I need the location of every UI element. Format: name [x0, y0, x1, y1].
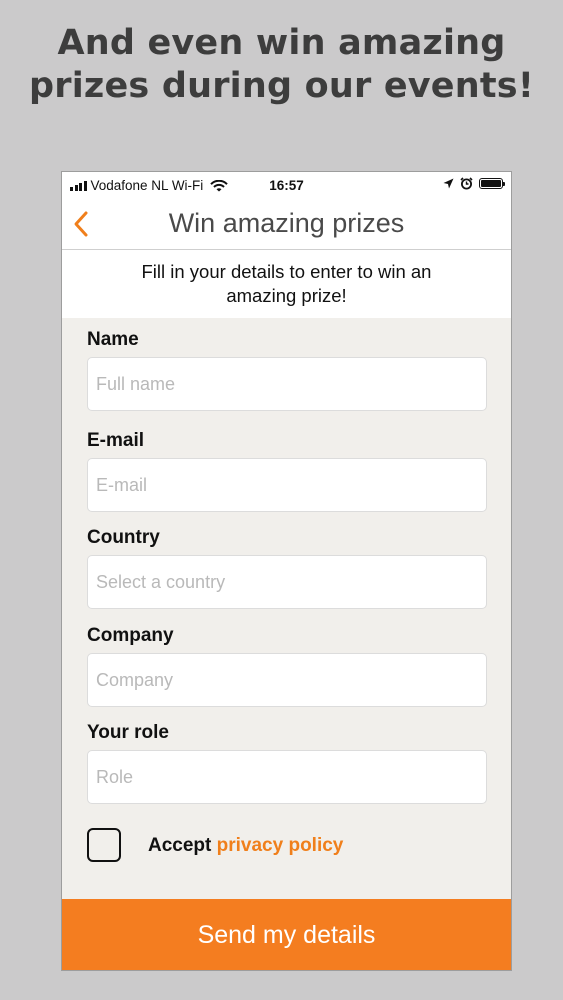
status-bar-right — [443, 177, 505, 190]
intro-line-2: amazing prize! — [226, 285, 347, 306]
intro-line-1: Fill in your details to enter to win an — [141, 261, 432, 282]
send-details-button[interactable]: Send my details — [62, 899, 511, 970]
intro-text: Fill in your details to enter to win an … — [62, 250, 511, 318]
accept-checkbox[interactable] — [87, 828, 121, 862]
location-icon — [443, 178, 454, 189]
status-bar: Vodafone NL Wi-Fi 16:57 — [62, 172, 511, 200]
promo-headline: And even win amazing prizes during our e… — [0, 22, 563, 108]
role-input[interactable] — [87, 750, 487, 804]
phone-screen: Vodafone NL Wi-Fi 16:57 Win amazing priz… — [61, 171, 512, 971]
name-input[interactable] — [87, 357, 487, 411]
promo-headline-line-1: And even win amazing — [57, 23, 506, 63]
country-label: Country — [87, 527, 160, 548]
alarm-icon — [460, 177, 473, 190]
privacy-policy-link[interactable]: privacy policy — [217, 835, 344, 856]
battery-icon — [479, 178, 505, 189]
email-input[interactable] — [87, 458, 487, 512]
company-label: Company — [87, 625, 174, 646]
promo-headline-line-2: prizes during our events! — [29, 66, 534, 106]
nav-bar: Win amazing prizes — [62, 200, 511, 250]
accept-label: Accept privacy policy — [148, 835, 343, 857]
page-title: Win amazing prizes — [168, 208, 405, 238]
role-label: Your role — [87, 722, 169, 743]
country-select[interactable] — [87, 555, 487, 609]
name-label: Name — [87, 329, 139, 350]
email-label: E-mail — [87, 430, 145, 451]
accept-prefix: Accept — [148, 835, 212, 856]
company-input[interactable] — [87, 653, 487, 707]
